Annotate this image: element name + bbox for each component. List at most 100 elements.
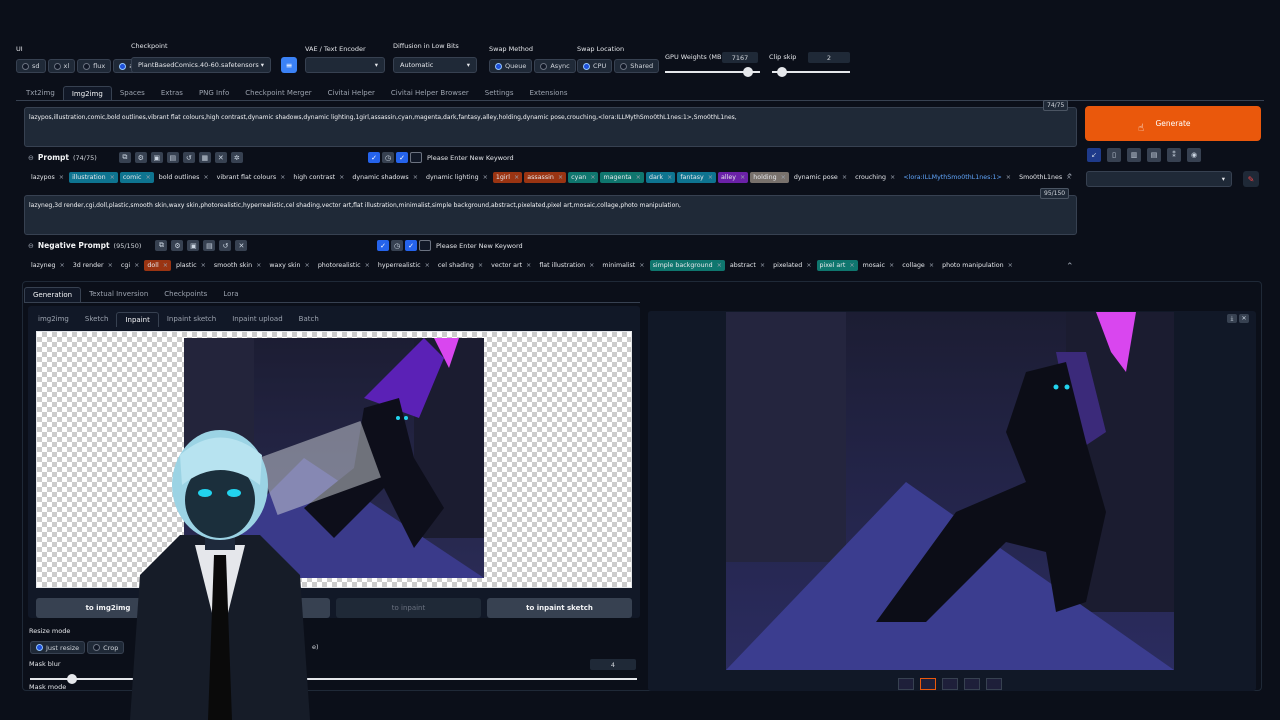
diffusion-dropdown[interactable]: Automatic ▾ bbox=[393, 57, 477, 73]
keyword-tag[interactable]: hyperrealistic × bbox=[375, 260, 433, 271]
keyword-tag[interactable]: abstract × bbox=[727, 260, 768, 271]
thumbnail[interactable] bbox=[920, 678, 936, 690]
remove-tag-icon[interactable]: × bbox=[781, 174, 786, 181]
keyword-tag[interactable]: simple background × bbox=[649, 260, 725, 271]
keyword-tag[interactable]: dynamic pose × bbox=[791, 172, 850, 183]
slider-thumb[interactable] bbox=[67, 674, 77, 684]
keyword-tag[interactable]: mosaic × bbox=[860, 260, 898, 271]
check-icon[interactable]: ✓ bbox=[405, 240, 417, 251]
remove-tag-icon[interactable]: × bbox=[201, 262, 206, 269]
subtab-textual-inversion[interactable]: Textual Inversion bbox=[81, 287, 156, 302]
thumbnail[interactable] bbox=[898, 678, 914, 690]
remove-tag-icon[interactable]: × bbox=[108, 262, 113, 269]
imgtab-inpaint-sketch[interactable]: Inpaint sketch bbox=[159, 312, 224, 327]
checkbox-icon[interactable] bbox=[419, 240, 431, 251]
remove-tag-icon[interactable]: × bbox=[256, 262, 261, 269]
folder-icon[interactable]: ▤ bbox=[1147, 148, 1161, 162]
vae-dropdown[interactable]: ▾ bbox=[305, 57, 385, 73]
subtab-checkpoints[interactable]: Checkpoints bbox=[156, 287, 215, 302]
imgtab-inpaint-upload[interactable]: Inpaint upload bbox=[224, 312, 290, 327]
to-inpaint-sketch-button[interactable]: to inpaint sketch bbox=[487, 598, 632, 618]
remove-tag-icon[interactable]: × bbox=[146, 174, 151, 181]
remove-tag-icon[interactable]: × bbox=[667, 174, 672, 181]
checkbox-icon[interactable] bbox=[410, 152, 422, 163]
keyword-tag[interactable]: flat illustration × bbox=[536, 260, 597, 271]
remove-tag-icon[interactable]: × bbox=[1008, 262, 1013, 269]
remove-tag-icon[interactable]: × bbox=[1006, 174, 1011, 181]
keyword-tag[interactable]: crouching × bbox=[852, 172, 898, 183]
remove-tag-icon[interactable]: × bbox=[339, 174, 344, 181]
clipboard-icon[interactable]: ▤ bbox=[166, 152, 179, 163]
remove-tag-icon[interactable]: × bbox=[134, 262, 139, 269]
remove-tag-icon[interactable]: × bbox=[806, 262, 811, 269]
slider-thumb[interactable] bbox=[743, 67, 753, 77]
collapse-icon[interactable]: ⊖ bbox=[28, 154, 34, 162]
remove-tag-icon[interactable]: × bbox=[413, 174, 418, 181]
history-icon[interactable]: ◷ bbox=[391, 240, 403, 251]
sticker-icon[interactable]: ◉ bbox=[1187, 148, 1201, 162]
keyword-tag[interactable]: assassin × bbox=[524, 172, 567, 183]
keyword-tag[interactable]: vector art × bbox=[488, 260, 534, 271]
settings-icon[interactable]: ✲ bbox=[230, 152, 243, 163]
gpu-weights-input[interactable]: 7167 bbox=[722, 52, 758, 63]
remove-tag-icon[interactable]: × bbox=[60, 262, 65, 269]
remove-tag-icon[interactable]: × bbox=[760, 262, 765, 269]
slider-thumb[interactable] bbox=[777, 67, 787, 77]
keyword-tag[interactable]: pixelated × bbox=[770, 260, 814, 271]
keyword-tag[interactable]: bold outlines × bbox=[156, 172, 212, 183]
remove-tag-icon[interactable]: × bbox=[842, 174, 847, 181]
remove-tag-icon[interactable]: × bbox=[425, 262, 430, 269]
keyword-tag[interactable]: photo manipulation × bbox=[939, 260, 1016, 271]
imgtab-inpaint[interactable]: Inpaint bbox=[116, 312, 159, 327]
refresh-checkpoint-icon[interactable]: ≡ bbox=[281, 57, 297, 73]
keyword-tag[interactable]: lazypos × bbox=[28, 172, 67, 183]
edit-style-icon[interactable]: ✎ bbox=[1243, 171, 1259, 187]
keyword-tag[interactable]: comic × bbox=[119, 172, 154, 183]
keyword-input[interactable]: Please Enter New Keyword bbox=[436, 242, 523, 250]
keyword-tag[interactable]: minimalist × bbox=[599, 260, 647, 271]
keyword-tag[interactable]: 1girl × bbox=[492, 172, 523, 183]
remove-tag-icon[interactable]: × bbox=[708, 174, 713, 181]
remove-tag-icon[interactable]: × bbox=[478, 262, 483, 269]
trash-icon[interactable]: ✕ bbox=[235, 240, 248, 251]
swap-location-cpu[interactable]: CPU bbox=[577, 59, 613, 73]
remove-tag-icon[interactable]: × bbox=[849, 262, 854, 269]
keyword-tag[interactable]: <lora:ILLMythSmo0thL1nes:1> × bbox=[900, 172, 1014, 183]
keyword-tag[interactable]: dark × bbox=[645, 172, 676, 183]
check-icon[interactable]: ✓ bbox=[396, 152, 408, 163]
remove-tag-icon[interactable]: × bbox=[717, 262, 722, 269]
imgtab-img2img[interactable]: img2img bbox=[30, 312, 77, 327]
tab-txt2img[interactable]: Txt2img bbox=[18, 86, 63, 101]
keyword-tag[interactable]: cyan × bbox=[568, 172, 599, 183]
keyword-tag[interactable]: alley × bbox=[718, 172, 749, 183]
keyword-tag[interactable]: illustration × bbox=[69, 172, 118, 183]
arrow-icon[interactable]: ↙ bbox=[1087, 148, 1101, 162]
tab-png-info[interactable]: PNG Info bbox=[191, 86, 237, 101]
remove-tag-icon[interactable]: × bbox=[929, 262, 934, 269]
resize-just-resize[interactable]: Just resize bbox=[30, 641, 86, 654]
ui-option-xl[interactable]: xl bbox=[47, 59, 76, 73]
keyword-tag[interactable]: high contrast × bbox=[290, 172, 347, 183]
keyword-tag[interactable]: holding × bbox=[750, 172, 789, 183]
undo-icon[interactable]: ↺ bbox=[182, 152, 195, 163]
imgtab-batch[interactable]: Batch bbox=[291, 312, 327, 327]
remove-tag-icon[interactable]: × bbox=[590, 174, 595, 181]
swap-method-queue[interactable]: Queue bbox=[489, 59, 533, 73]
keyword-tag[interactable]: photorealistic × bbox=[315, 260, 373, 271]
keyword-tag[interactable]: fantasy × bbox=[677, 172, 717, 183]
keyword-tag[interactable]: dynamic lighting × bbox=[423, 172, 491, 183]
remove-tag-icon[interactable]: × bbox=[890, 174, 895, 181]
remove-tag-icon[interactable]: × bbox=[305, 262, 310, 269]
remove-tag-icon[interactable]: × bbox=[589, 262, 594, 269]
tab-civitai-helper-browser[interactable]: Civitai Helper Browser bbox=[383, 86, 477, 101]
remove-tag-icon[interactable]: × bbox=[483, 174, 488, 181]
generate-button[interactable]: Generate bbox=[1085, 106, 1261, 141]
keyword-tag[interactable]: pixel art × bbox=[816, 260, 858, 271]
keyword-tag[interactable]: doll × bbox=[144, 260, 171, 271]
clip-skip-slider[interactable] bbox=[772, 67, 850, 77]
save-icon[interactable]: ▦ bbox=[198, 152, 211, 163]
thumbnail[interactable] bbox=[986, 678, 1002, 690]
remove-tag-icon[interactable]: × bbox=[365, 262, 370, 269]
keyword-tag[interactable]: 3d render × bbox=[70, 260, 116, 271]
download-icon[interactable]: ⤓ bbox=[1227, 314, 1237, 323]
